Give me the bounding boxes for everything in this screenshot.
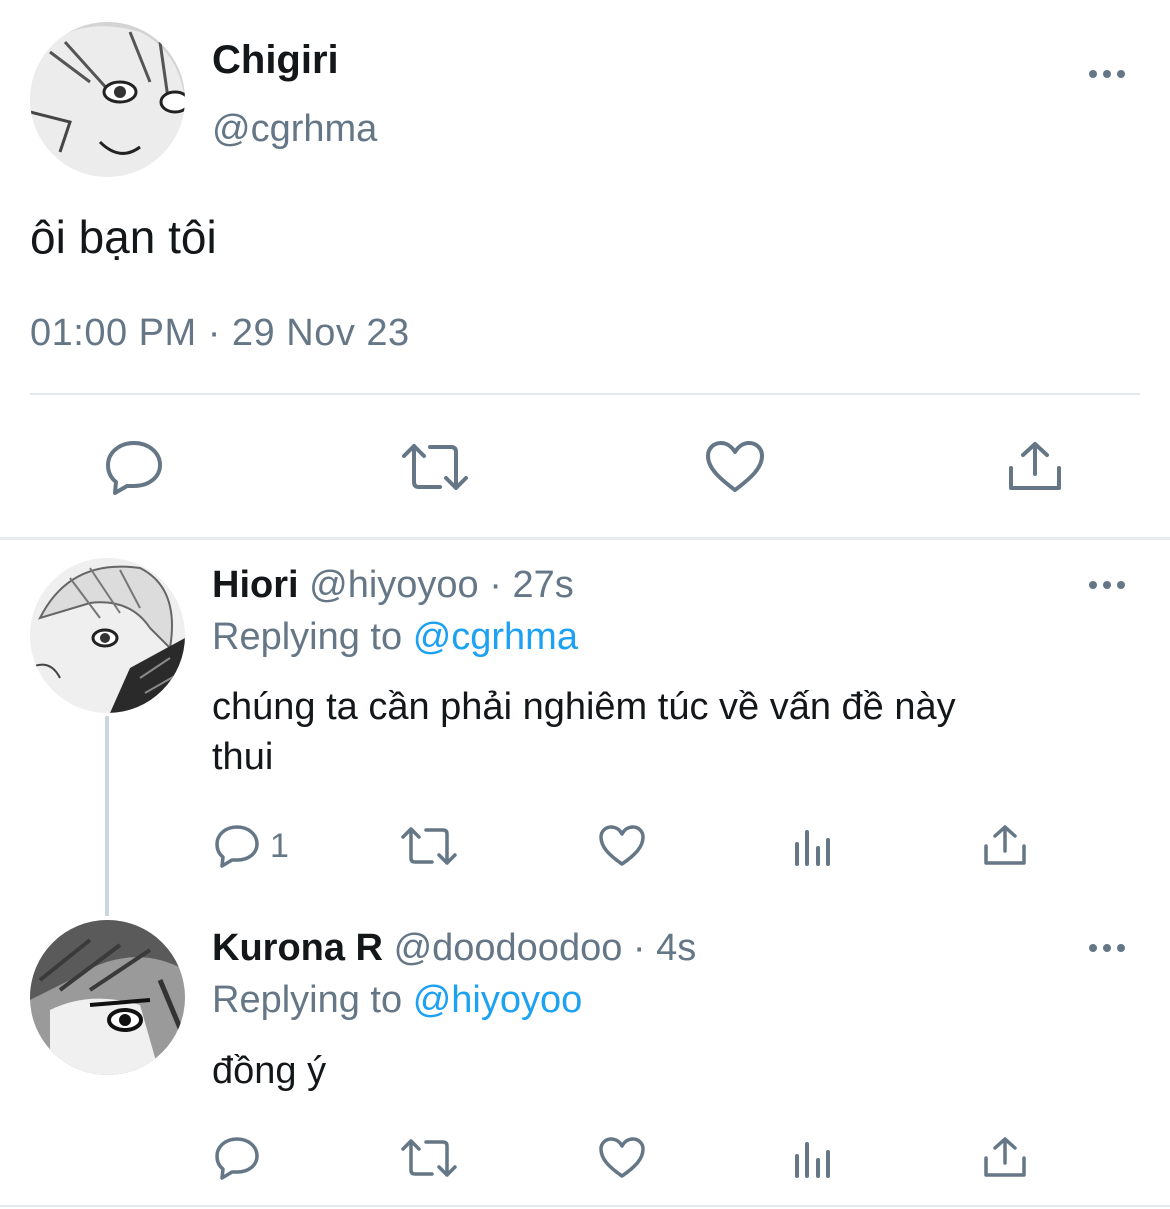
analytics-icon xyxy=(795,1142,830,1178)
more-options-icon[interactable] xyxy=(1089,581,1125,589)
main-tweet-text: ôi bạn tôi xyxy=(30,211,217,263)
retweet-button[interactable] xyxy=(400,826,458,866)
reply-text-line: thui xyxy=(212,736,274,778)
section-divider xyxy=(0,537,1170,540)
reply-time[interactable]: · 4s xyxy=(633,927,696,969)
reply-text-line: chúng ta cần phải nghiêm túc về vấn đề n… xyxy=(212,686,956,728)
replying-to-mention[interactable]: @cgrhma xyxy=(413,616,578,658)
like-button[interactable] xyxy=(705,440,765,494)
like-icon xyxy=(599,825,645,866)
retweet-button[interactable] xyxy=(400,442,470,492)
like-button[interactable] xyxy=(598,824,646,868)
reply-header-hiori: Hiori @hiyoyoo · 27s xyxy=(212,564,574,607)
retweet-button[interactable] xyxy=(400,1138,458,1178)
share-icon xyxy=(984,825,1026,865)
bottom-divider xyxy=(0,1205,1170,1207)
analytics-icon xyxy=(795,830,830,866)
share-button[interactable] xyxy=(983,1136,1027,1178)
replying-to-label: Replying to xyxy=(212,979,403,1021)
main-display-name[interactable]: Chigiri xyxy=(212,38,339,83)
reply-handle[interactable]: @hiyoyoo xyxy=(309,564,479,606)
retweet-icon xyxy=(402,444,468,490)
reply-button[interactable]: 1 xyxy=(214,824,289,868)
reply-text: chúng ta cần phải nghiêm túc về vấn đề n… xyxy=(212,682,1112,782)
reply-header-kurona: Kurona R @doodoodoo · 4s xyxy=(212,927,696,970)
replying-to-mention[interactable]: @hiyoyoo xyxy=(413,979,583,1021)
share-button[interactable] xyxy=(1007,440,1063,492)
avatar-hiori[interactable] xyxy=(30,558,185,713)
share-button[interactable] xyxy=(983,824,1027,866)
main-tweet-divider xyxy=(30,393,1140,395)
like-button[interactable] xyxy=(598,1136,646,1180)
retweet-icon xyxy=(401,827,457,865)
reply-icon xyxy=(215,825,259,868)
reply-text-line: đồng ý xyxy=(212,1050,327,1092)
reply-display-name[interactable]: Hiori xyxy=(212,564,299,606)
main-handle[interactable]: @cgrhma xyxy=(212,108,377,151)
reply-icon xyxy=(106,441,162,495)
retweet-icon xyxy=(401,1139,457,1177)
reply-count: 1 xyxy=(270,826,289,865)
reply-text: đồng ý xyxy=(212,1046,1112,1096)
avatar-kurona[interactable] xyxy=(30,920,185,1075)
share-icon xyxy=(984,1137,1026,1177)
reply-button[interactable] xyxy=(214,1136,270,1180)
reply-button[interactable] xyxy=(105,440,163,495)
like-icon xyxy=(599,1137,645,1178)
replying-to-label: Replying to xyxy=(212,616,403,658)
reply-icon xyxy=(215,1137,259,1180)
avatar-chigiri[interactable] xyxy=(30,22,185,177)
replying-to-line: Replying to @hiyoyoo xyxy=(212,979,582,1022)
analytics-button[interactable] xyxy=(793,826,833,866)
reply-handle[interactable]: @doodoodoo xyxy=(394,927,623,969)
thread-connector-line xyxy=(105,716,109,916)
more-options-icon[interactable] xyxy=(1089,70,1125,78)
replying-to-line: Replying to @cgrhma xyxy=(212,616,578,659)
like-icon xyxy=(706,441,764,492)
more-options-icon[interactable] xyxy=(1089,944,1125,952)
reply-time[interactable]: · 27s xyxy=(489,564,573,606)
main-tweet-timestamp[interactable]: 01:00 PM · 29 Nov 23 xyxy=(30,312,410,355)
reply-display-name[interactable]: Kurona R xyxy=(212,927,383,969)
analytics-button[interactable] xyxy=(793,1138,833,1178)
share-icon xyxy=(1009,442,1061,490)
